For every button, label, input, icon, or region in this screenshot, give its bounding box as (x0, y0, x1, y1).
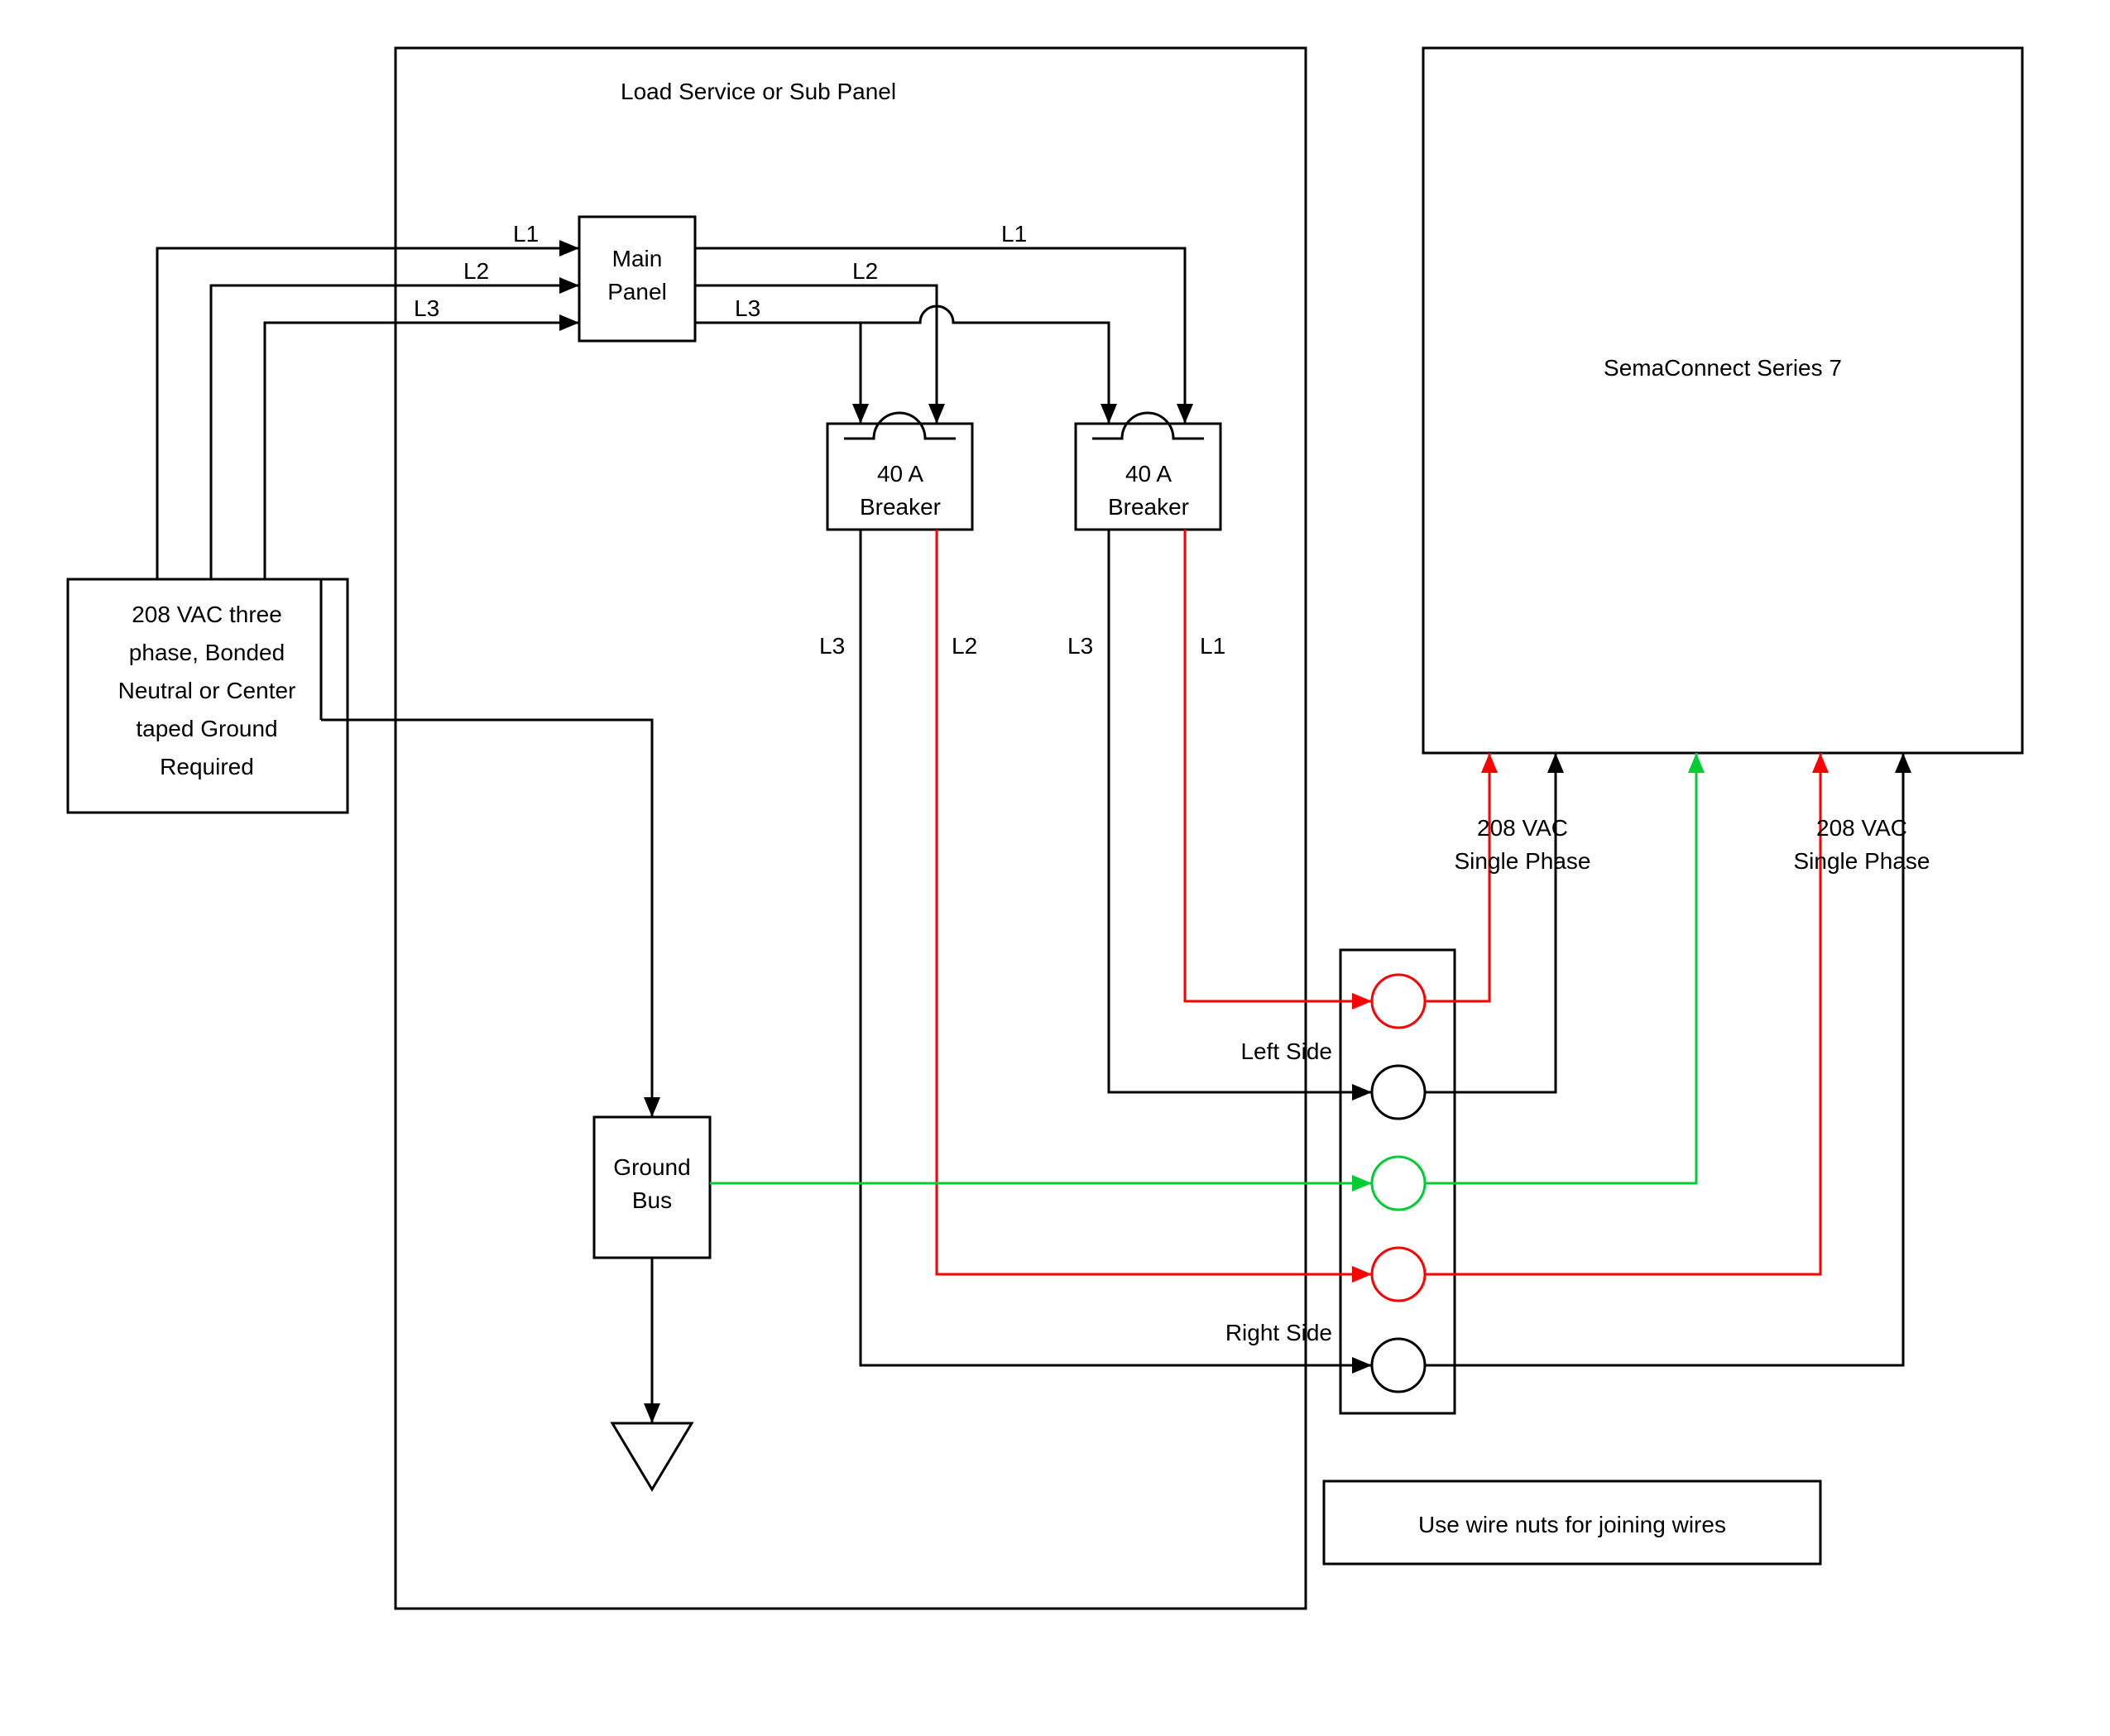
lbl-b1-right: L2 (952, 633, 977, 659)
breaker1-l2: Breaker (860, 494, 941, 520)
mainpanel-l2: Panel (607, 279, 667, 305)
supply-l2: phase, Bonded (129, 640, 285, 665)
wire-b2-L1 (1185, 530, 1372, 1001)
breaker2-l2: Breaker (1108, 494, 1189, 520)
arrow-L3-b1 (852, 404, 869, 424)
arrow-earth (644, 1403, 660, 1423)
arrow-gnd (644, 1097, 660, 1117)
arrow-L2-top (928, 404, 945, 424)
terminal-1-red (1372, 975, 1425, 1028)
wirenuts-text: Use wire nuts for joining wires (1418, 1512, 1726, 1537)
groundbus-l2: Bus (632, 1187, 672, 1213)
earth-symbol (612, 1423, 692, 1489)
terminal-5-blk (1372, 1339, 1425, 1392)
lbl-L2-top: L2 (852, 258, 878, 284)
breaker2-l1: 40 A (1125, 461, 1172, 487)
lbl-L1-in: L1 (513, 221, 539, 247)
arrow-b1-L3 (1352, 1357, 1372, 1374)
arrow-L1-top (1177, 404, 1193, 424)
arrow-gnd-term (1352, 1175, 1372, 1192)
wire-t1-chg (1425, 753, 1489, 1001)
arrow-t4 (1812, 753, 1829, 773)
terminal-3-grn (1372, 1157, 1425, 1210)
arrow-L1-in (559, 240, 579, 257)
wire-L3-in (265, 323, 579, 579)
lbl-L3-in: L3 (414, 295, 439, 321)
lbl-b1-left: L3 (819, 633, 845, 659)
rightside-label: Right Side (1225, 1320, 1332, 1345)
supply-l4: taped Ground (136, 716, 277, 741)
arrow-L3-in (559, 314, 579, 331)
arrow-t1 (1481, 753, 1498, 773)
lbl-b2-right: L1 (1200, 633, 1225, 659)
wire-supply-gnd (321, 720, 652, 1117)
arrow-t3 (1688, 753, 1705, 773)
leftside-label: Left Side (1240, 1038, 1332, 1064)
breaker1-l1: 40 A (877, 461, 923, 487)
terminal-2-blk (1372, 1066, 1425, 1119)
subpanel-title: Load Service or Sub Panel (621, 79, 896, 104)
supply-l5: Required (160, 754, 254, 779)
sp1-l: Single Phase (1454, 848, 1590, 874)
lbl-L1-top: L1 (1001, 221, 1027, 247)
charger-box (1423, 48, 2022, 753)
wire-L1-top (695, 248, 1185, 424)
supply-l1: 208 VAC three (132, 602, 282, 627)
wire-L2-top (695, 285, 937, 424)
mainpanel-l1: Main (612, 246, 663, 271)
arrow-L3-b2 (1101, 404, 1117, 424)
subpanel-box (396, 48, 1306, 1609)
lbl-b2-left: L3 (1067, 633, 1093, 659)
wire-L1-in (157, 248, 579, 579)
supply-l3: Neutral or Center (118, 678, 296, 703)
vac1-l: 208 VAC (1477, 815, 1568, 841)
groundbus-l1: Ground (613, 1154, 690, 1180)
wire-b2-L3 (1109, 530, 1372, 1092)
wire-L3-b1 (695, 323, 861, 424)
charger-title: SemaConnect Series 7 (1604, 355, 1842, 381)
lbl-L3-top: L3 (735, 295, 760, 321)
arrow-t2 (1547, 753, 1564, 773)
arrow-b2-L1 (1352, 993, 1372, 1009)
lbl-L2-in: L2 (463, 258, 489, 284)
sp2-l: Single Phase (1793, 848, 1930, 874)
terminal-4-red (1372, 1248, 1425, 1301)
arrow-b1-L2 (1352, 1266, 1372, 1283)
vac2-l: 208 VAC (1816, 815, 1907, 841)
arrow-t5 (1895, 753, 1911, 773)
arrow-L2-in (559, 277, 579, 294)
arrow-b2-L3 (1352, 1084, 1372, 1101)
wire-L3-b2 (803, 306, 1109, 424)
wiring-diagram: Load Service or Sub Panel 208 VAC three … (0, 0, 2110, 1736)
